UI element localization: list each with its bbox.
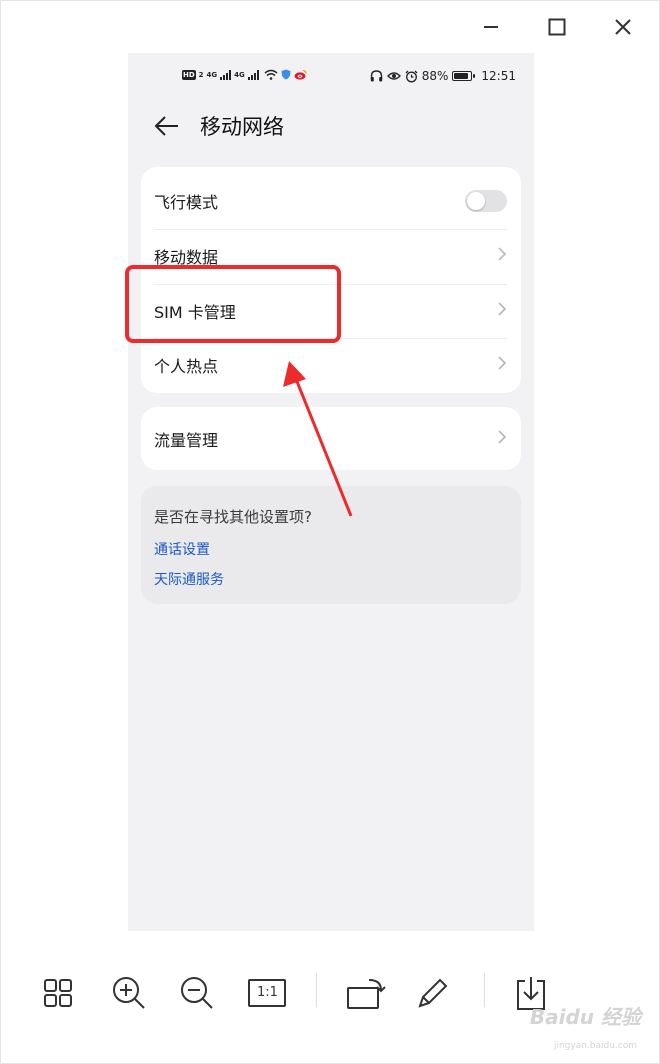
close-button[interactable] (605, 13, 641, 41)
chevron-right-icon (497, 429, 507, 449)
annotation-highlight-box (125, 265, 341, 343)
personal-hotspot-row[interactable]: 个人热点 (141, 338, 521, 393)
zoom-out-button[interactable] (177, 973, 217, 1013)
signal-icon (247, 69, 259, 80)
actual-size-label: 1:1 (257, 985, 278, 1000)
toolbar-separator (316, 973, 317, 1007)
hd-badge: HD (182, 69, 196, 80)
chevron-right-icon (497, 355, 507, 375)
rotate-icon (347, 979, 386, 1009)
call-settings-link[interactable]: 通话设置 (154, 539, 210, 559)
row-label: 个人热点 (154, 357, 219, 377)
minimize-icon (484, 26, 498, 28)
network-type-1: 4G (206, 70, 218, 79)
status-right: 88% 12:51 (370, 69, 516, 83)
minimize-button[interactable] (473, 13, 509, 41)
eye-icon (386, 72, 401, 80)
phone-screenshot: HD 2 4G 4G 88% 12:51 移动网络 飞行模式 移动数据 SIM … (128, 53, 534, 931)
window-controls (473, 13, 641, 41)
battery-fill (454, 73, 469, 79)
status-time: 12:51 (481, 69, 516, 83)
airplane-mode-toggle[interactable] (465, 190, 507, 212)
shield-icon (281, 69, 291, 80)
weibo-icon (294, 69, 307, 80)
sim-number: 2 (198, 70, 204, 79)
grid-icon (44, 979, 72, 1007)
thumbnails-button[interactable] (38, 973, 78, 1013)
actual-size-button[interactable]: 1:1 (245, 973, 289, 1013)
toggle-knob (467, 192, 485, 210)
suggestion-title: 是否在寻找其他设置项? (154, 508, 312, 526)
signal-icon (220, 69, 232, 80)
rotate-button[interactable] (345, 973, 389, 1013)
zoom-out-icon (181, 977, 213, 1009)
status-left: HD 2 4G 4G (182, 69, 307, 80)
pencil-icon (418, 978, 448, 1008)
back-arrow-icon (154, 116, 178, 136)
wifi-icon (264, 69, 278, 80)
battery-percentage: 88% (421, 69, 449, 83)
maximize-button[interactable] (539, 13, 575, 41)
chevron-right-icon (497, 246, 507, 266)
battery-icon (452, 71, 476, 81)
headphones-icon (370, 70, 382, 82)
row-label: 飞行模式 (154, 193, 219, 212)
back-button[interactable] (154, 111, 184, 141)
watermark-url: jingyan.baidu.com (553, 1041, 637, 1051)
alarm-icon (405, 70, 418, 82)
network-type-2: 4G (234, 70, 245, 79)
suggestion-card: 是否在寻找其他设置项? 通话设置 天际通服务 (141, 486, 521, 604)
page-header: 移动网络 (154, 111, 284, 141)
row-label: 流量管理 (154, 430, 219, 450)
maximize-icon (548, 18, 566, 36)
skytone-service-link[interactable]: 天际通服务 (154, 569, 224, 589)
close-icon (615, 19, 631, 35)
data-usage-row[interactable]: 流量管理 (141, 407, 521, 470)
chevron-right-icon (497, 301, 507, 321)
zoom-in-icon (113, 977, 145, 1009)
data-usage-card: 流量管理 (141, 407, 521, 470)
edit-button[interactable] (413, 973, 453, 1013)
watermark-logo: Baidu 经验 (529, 1005, 641, 1029)
image-viewer-window: HD 2 4G 4G 88% 12:51 移动网络 飞行模式 移动数据 SIM … (0, 0, 660, 1064)
toolbar-separator (484, 973, 485, 1007)
zoom-in-button[interactable] (109, 973, 149, 1013)
airplane-mode-row[interactable]: 飞行模式 (141, 167, 521, 229)
page-title: 移动网络 (200, 115, 284, 139)
status-bar: HD 2 4G 4G 88% 12:51 (128, 69, 534, 87)
